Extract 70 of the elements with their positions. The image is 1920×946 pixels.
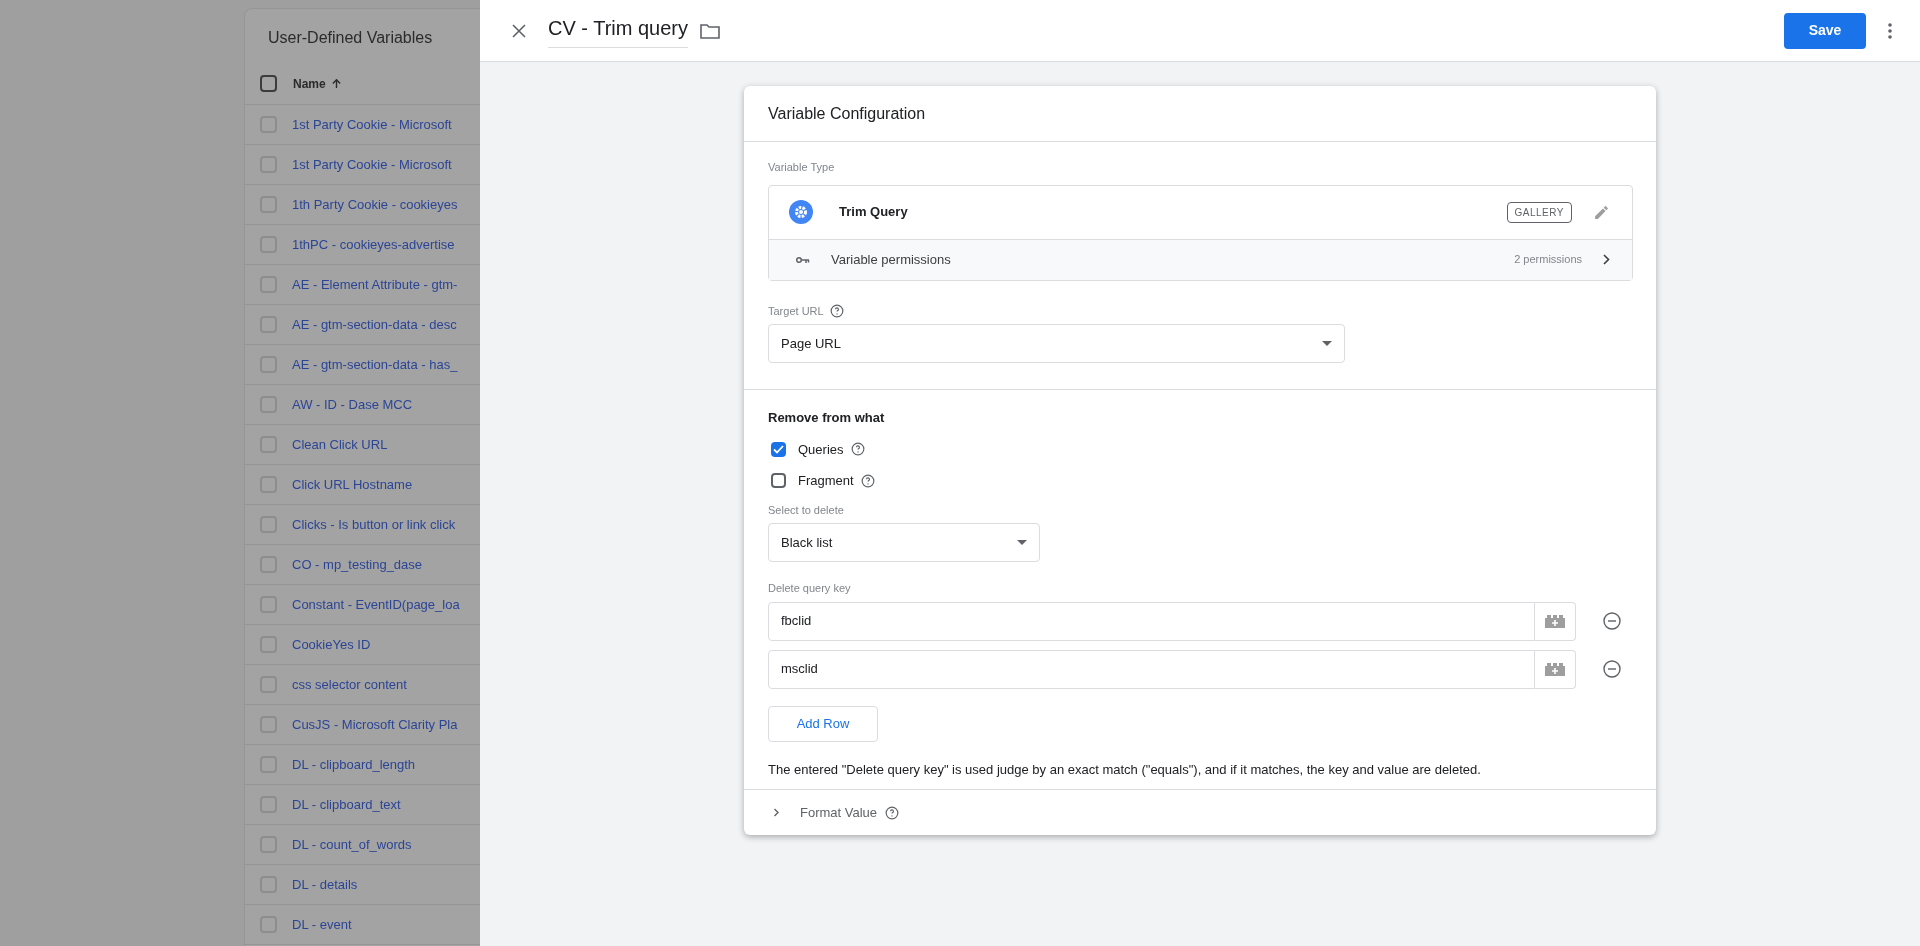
help-icon[interactable]	[829, 303, 844, 318]
variable-type-name: Trim Query	[839, 203, 908, 222]
variable-link[interactable]: AE - gtm-section-data - has_	[292, 354, 458, 375]
variable-brick-icon	[1545, 614, 1565, 628]
pencil-icon[interactable]	[1593, 203, 1610, 221]
variable-link[interactable]: css selector content	[292, 674, 407, 695]
variable-link[interactable]: 1th Party Cookie - cookieyes	[292, 194, 458, 215]
select-to-delete-dropdown[interactable]: Black list	[768, 523, 1040, 562]
variable-picker-button[interactable]	[1535, 649, 1576, 689]
checkmark-icon	[773, 444, 784, 454]
variable-link[interactable]: DL - clipboard_text	[292, 794, 401, 815]
help-icon[interactable]	[860, 473, 875, 488]
field-label: Variable Type	[768, 160, 836, 175]
chevron-right-icon	[1603, 254, 1610, 265]
close-icon[interactable]	[512, 23, 526, 38]
variable-link[interactable]: DL - details	[292, 874, 358, 895]
variable-link[interactable]: Constant - EventID(page_loa	[292, 594, 460, 615]
field-label: Select to delete	[768, 502, 845, 518]
dropdown-arrow-icon	[1322, 341, 1332, 346]
sort-up-arrow-icon[interactable]	[330, 78, 342, 89]
variable-link[interactable]: DL - count_of_words	[292, 834, 412, 855]
panel-title: User-Defined Variables	[267, 28, 434, 48]
variable-link[interactable]: CusJS - Microsoft Clarity Pla	[292, 714, 458, 735]
checkbox-label: Fragment	[798, 472, 854, 490]
checkbox[interactable]	[771, 441, 786, 457]
section-heading: Remove from what	[768, 409, 886, 427]
help-note: The entered "Delete query key" is used judge by an exact match ("equals"), and if it matches, the key and value are deleted.	[768, 760, 1482, 779]
query-key-input[interactable]: msclid	[768, 649, 1535, 689]
help-icon[interactable]	[850, 442, 865, 457]
variable-link[interactable]: 1st Party Cookie - Microsoft	[292, 154, 452, 175]
variable-link[interactable]: AW - ID - Dase MCC	[292, 394, 413, 415]
save-button[interactable]: Save	[1784, 12, 1866, 49]
variable-link[interactable]: CO - mp_testing_dase	[292, 554, 423, 575]
variable-link[interactable]: Clicks - Is button or link click	[292, 514, 456, 535]
variable-link[interactable]: DL - clipboard_length	[292, 754, 416, 775]
permissions-row[interactable]: Variable permissions 2 permissions	[769, 239, 1632, 280]
permissions-label: Variable permissions	[831, 250, 951, 269]
target-url-select[interactable]: Page URL	[768, 324, 1345, 363]
more-options-icon[interactable]	[1888, 22, 1892, 39]
gear-icon	[789, 200, 813, 224]
variable-link[interactable]: AE - gtm-section-data - desc	[292, 314, 457, 335]
variable-type-box[interactable]: Trim Query GALLERY Variable permissions 2 permissions	[768, 184, 1633, 281]
select-all-checkbox[interactable]	[260, 75, 277, 92]
gallery-badge: GALLERY	[1506, 201, 1572, 223]
column-header[interactable]: Name	[293, 74, 326, 93]
field-label: Delete query key	[768, 581, 852, 596]
variable-brick-icon	[1545, 662, 1565, 676]
variable-link[interactable]: CookieYes ID	[292, 634, 371, 655]
help-icon[interactable]	[885, 805, 900, 820]
card-title: Variable Configuration	[768, 103, 926, 124]
field-label: Target URL	[768, 303, 824, 319]
variable-name-field[interactable]: CV - Trim query	[548, 13, 689, 48]
query-key-input[interactable]: fbclid	[768, 601, 1535, 641]
variable-link[interactable]: Click URL Hostname	[292, 474, 413, 495]
variable-link[interactable]: Clean Click URL	[292, 434, 388, 455]
variable-link[interactable]: AE - Element Attribute - gtm-	[292, 274, 458, 295]
add-row-button[interactable]: Add Row	[768, 705, 878, 742]
permissions-count: 2 permissions	[1514, 252, 1582, 268]
remove-row-icon[interactable]	[1603, 612, 1621, 630]
key-icon	[796, 255, 810, 264]
variable-link[interactable]: DL - event	[292, 914, 352, 935]
folder-icon[interactable]	[700, 22, 721, 39]
checkbox[interactable]	[771, 473, 786, 489]
variable-link[interactable]: 1thPC - cookieyes-advertise	[292, 234, 455, 255]
remove-row-icon[interactable]	[1603, 660, 1621, 678]
variable-picker-button[interactable]	[1535, 601, 1576, 641]
format-value-row[interactable]: Format Value	[744, 789, 1656, 835]
checkbox-label: Queries	[798, 440, 844, 459]
dropdown-arrow-icon	[1017, 540, 1027, 545]
variable-link[interactable]: 1st Party Cookie - Microsoft	[292, 114, 452, 135]
